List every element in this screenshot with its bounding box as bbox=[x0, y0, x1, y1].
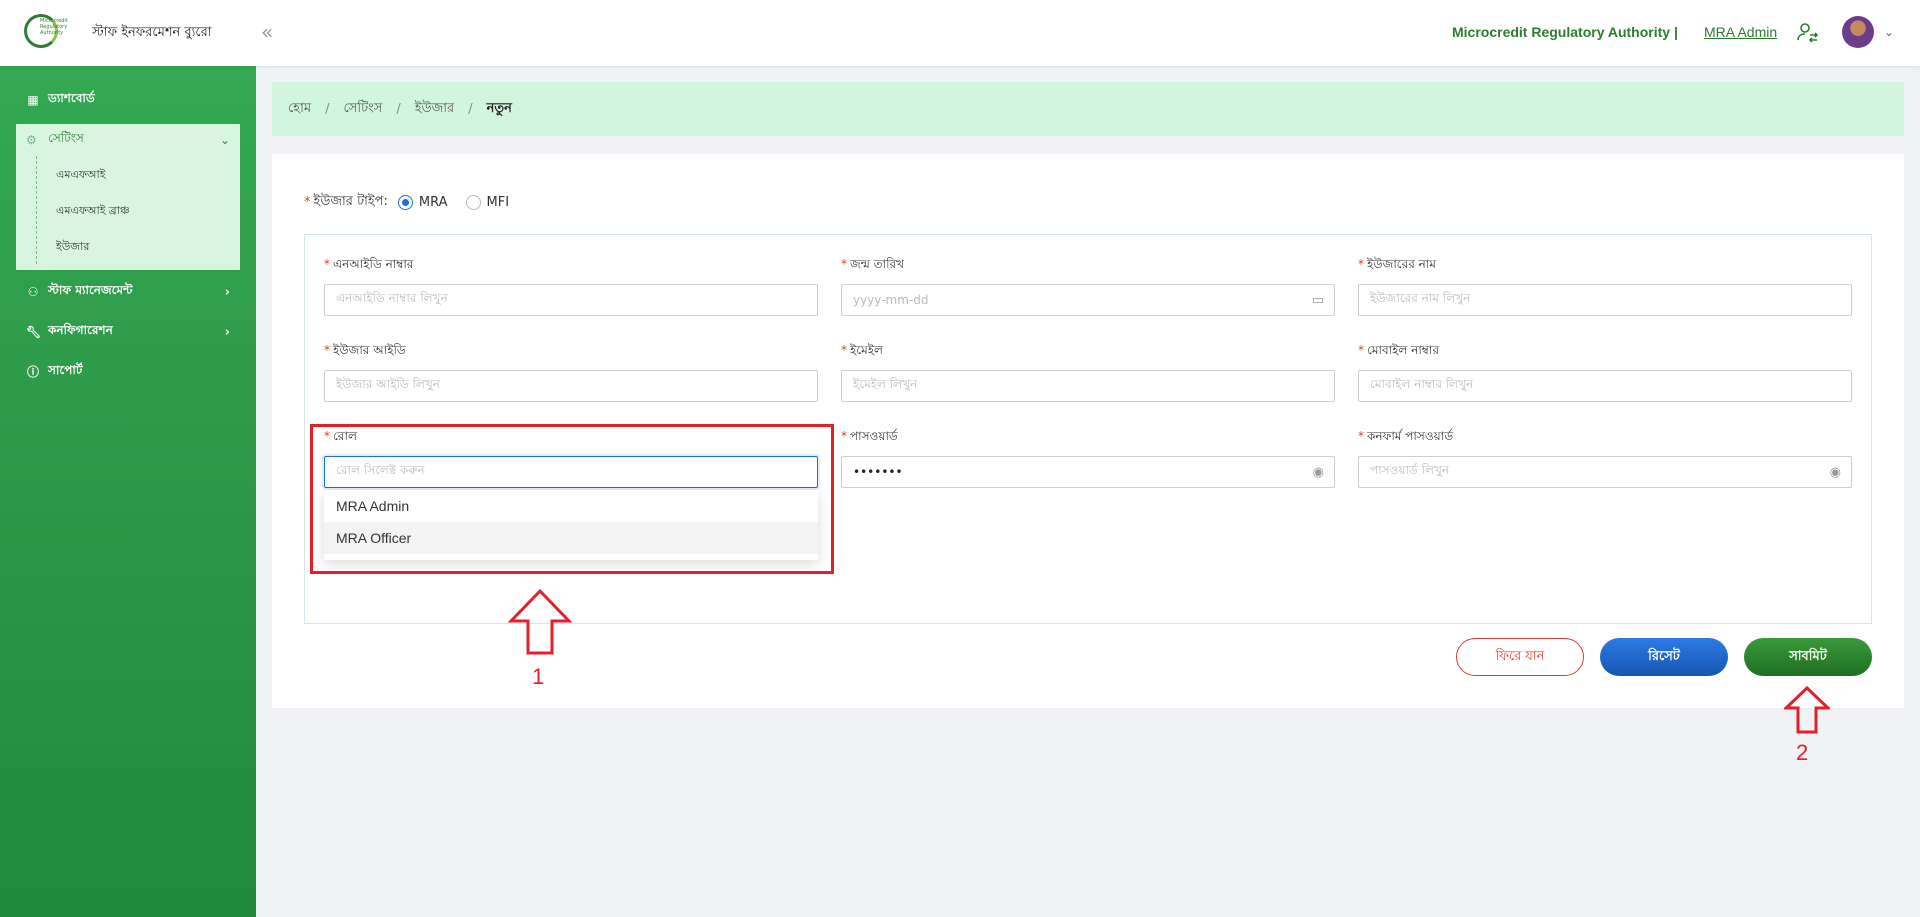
role-label: * রোল bbox=[324, 429, 357, 443]
eye-icon[interactable]: ◉ bbox=[1830, 465, 1841, 480]
chevron-right-icon: › bbox=[224, 324, 230, 340]
mobile-label: * মোবাইল নাম্বার bbox=[1358, 343, 1439, 357]
eye-icon[interactable]: ◉ bbox=[1313, 465, 1324, 480]
tree-line bbox=[36, 156, 37, 264]
username-label: * ইউজারের নাম bbox=[1358, 257, 1436, 271]
user-form-card: * ইউজার টাইপ: MRA MFI bbox=[272, 154, 1904, 708]
role-select[interactable]: রোল সিলেক্ট করুন bbox=[324, 456, 818, 488]
role-placeholder: রোল সিলেক্ট করুন bbox=[336, 463, 425, 477]
sidebar-item-label: কনফিগারেশন bbox=[48, 323, 113, 337]
user-type-label: ইউজার টাইপ: bbox=[313, 194, 388, 209]
sidebar-item-label: ড্যাশবোর্ড bbox=[48, 91, 95, 105]
userid-placeholder: ইউজার আইডি লিখুন bbox=[336, 377, 440, 391]
password-value: ••••••• bbox=[853, 465, 903, 479]
nid-placeholder: এনআইডি নাম্বার লিখুন bbox=[336, 291, 448, 305]
sidebar-item-support[interactable]: ⓘ সাপোর্ট bbox=[16, 356, 240, 388]
top-header: Microcredit Regulatory Authority স্টাফ ই… bbox=[0, 0, 1920, 66]
user-avatar[interactable] bbox=[1842, 16, 1874, 48]
annotation-label-2: 2 bbox=[1796, 740, 1809, 765]
userid-label: * ইউজার আইডি bbox=[324, 343, 406, 357]
reset-button[interactable]: রিসেট bbox=[1600, 638, 1728, 676]
sidebar-item-dashboard[interactable]: ▦ ড্যাশবোর্ড bbox=[16, 84, 240, 116]
confirm-password-input[interactable]: পাসওয়ার্ড লিখুন ◉ bbox=[1358, 456, 1852, 488]
email-label: * ইমেইল bbox=[841, 343, 883, 357]
breadcrumb-separator: / bbox=[468, 101, 473, 117]
radio-mra-label[interactable]: MRA bbox=[419, 195, 448, 210]
password-label: * পাসওয়ার্ড bbox=[841, 429, 898, 443]
breadcrumb-home[interactable]: হোম bbox=[288, 99, 311, 120]
dob-placeholder: yyyy-mm-dd bbox=[853, 293, 929, 307]
breadcrumb-separator: / bbox=[325, 101, 330, 117]
username-placeholder: ইউজারের নাম লিখুন bbox=[1370, 291, 1471, 305]
role-option-mra-officer[interactable]: MRA Officer bbox=[324, 522, 818, 554]
sidebar-item-configuration[interactable]: 🔧︎ কনফিগারেশন › bbox=[16, 316, 240, 348]
breadcrumb-current: নতুন bbox=[486, 100, 512, 116]
sidebar-item-staff-management[interactable]: ⚇ স্টাফ ম্যানেজমেন্ট › bbox=[16, 276, 240, 308]
chevron-down-icon[interactable]: ⌄ bbox=[1884, 25, 1894, 39]
breadcrumb-separator: / bbox=[396, 101, 401, 117]
sidebar-subitem-mfi-branch[interactable]: এমএফআই ব্রাঞ্চ bbox=[56, 202, 130, 221]
submit-button[interactable]: সাবমিট bbox=[1744, 638, 1872, 676]
sidebar-item-label: স্টাফ ম্যানেজমেন্ট bbox=[48, 283, 133, 297]
logo-text: Microcredit Regulatory Authority bbox=[40, 18, 68, 36]
nid-label: * এনআইডি নাম্বার bbox=[324, 257, 414, 271]
info-icon: ⓘ bbox=[26, 365, 39, 379]
chevron-down-icon: ⌄ bbox=[219, 133, 230, 147]
breadcrumb-settings[interactable]: সেটিংস bbox=[343, 99, 382, 120]
dob-label: * জন্ম তারিখ bbox=[841, 257, 905, 271]
nid-input[interactable]: এনআইডি নাম্বার লিখুন bbox=[324, 284, 818, 316]
breadcrumb-user[interactable]: ইউজার bbox=[415, 99, 454, 120]
switch-user-icon[interactable] bbox=[1796, 20, 1820, 44]
radio-mfi[interactable] bbox=[465, 195, 481, 210]
breadcrumb: হোম / সেটিংস / ইউজার / নতুন bbox=[272, 82, 1904, 136]
role-dropdown: MRA Admin MRA Officer bbox=[324, 490, 818, 560]
settings-submenu: ⚙ সেটিংস ⌄ এমএফআই এমএফআই ব্রাঞ্চ ইউজার bbox=[16, 124, 240, 270]
confirm-password-placeholder: পাসওয়ার্ড লিখুন bbox=[1370, 463, 1449, 477]
wrench-icon: 🔧︎ bbox=[26, 325, 42, 339]
password-input[interactable]: ••••••• ◉ bbox=[841, 456, 1335, 488]
dob-input[interactable]: yyyy-mm-dd ▭ bbox=[841, 284, 1335, 316]
org-name: Microcredit Regulatory Authority | bbox=[1452, 24, 1678, 40]
collapse-sidebar-icon[interactable]: « bbox=[261, 20, 273, 44]
username-input[interactable]: ইউজারের নাম লিখুন bbox=[1358, 284, 1852, 316]
sidebar-subitem-user[interactable]: ইউজার bbox=[56, 238, 89, 257]
email-input[interactable]: ইমেইল লিখুন bbox=[841, 370, 1335, 402]
user-type-group: * ইউজার টাইপ: MRA MFI bbox=[304, 192, 509, 213]
required-mark: * bbox=[304, 195, 311, 210]
back-button[interactable]: ফিরে যান bbox=[1456, 638, 1584, 676]
mobile-input[interactable]: মোবাইল নাম্বার লিখুন bbox=[1358, 370, 1852, 402]
chevron-right-icon: › bbox=[224, 284, 230, 300]
userid-input[interactable]: ইউজার আইডি লিখুন bbox=[324, 370, 818, 402]
gear-icon: ⚙ bbox=[26, 133, 37, 147]
radio-mfi-label[interactable]: MFI bbox=[487, 195, 510, 210]
email-placeholder: ইমেইল লিখুন bbox=[853, 377, 918, 391]
radio-mra[interactable] bbox=[397, 195, 413, 210]
role-option-mra-admin[interactable]: MRA Admin bbox=[324, 490, 818, 522]
sidebar-subitem-mfi[interactable]: এমএফআই bbox=[56, 166, 105, 185]
annotation-label-1: 1 bbox=[532, 664, 545, 689]
user-name-link[interactable]: MRA Admin bbox=[1704, 24, 1777, 40]
mobile-placeholder: মোবাইল নাম্বার লিখুন bbox=[1370, 377, 1474, 391]
calendar-icon[interactable]: ▭ bbox=[1312, 293, 1324, 308]
users-icon: ⚇ bbox=[27, 285, 39, 299]
brand-title: স্টাফ ইনফরমেশন ব্যুরো bbox=[92, 25, 212, 40]
sidebar-item-label: সেটিংস bbox=[48, 131, 84, 145]
sidebar-item-settings[interactable]: ⚙ সেটিংস ⌄ bbox=[16, 124, 240, 156]
dashboard-icon: ▦ bbox=[27, 93, 39, 107]
sidebar-item-label: সাপোর্ট bbox=[48, 363, 83, 377]
confirm-password-label: * কনফার্ম পাসওয়ার্ড bbox=[1358, 429, 1454, 443]
